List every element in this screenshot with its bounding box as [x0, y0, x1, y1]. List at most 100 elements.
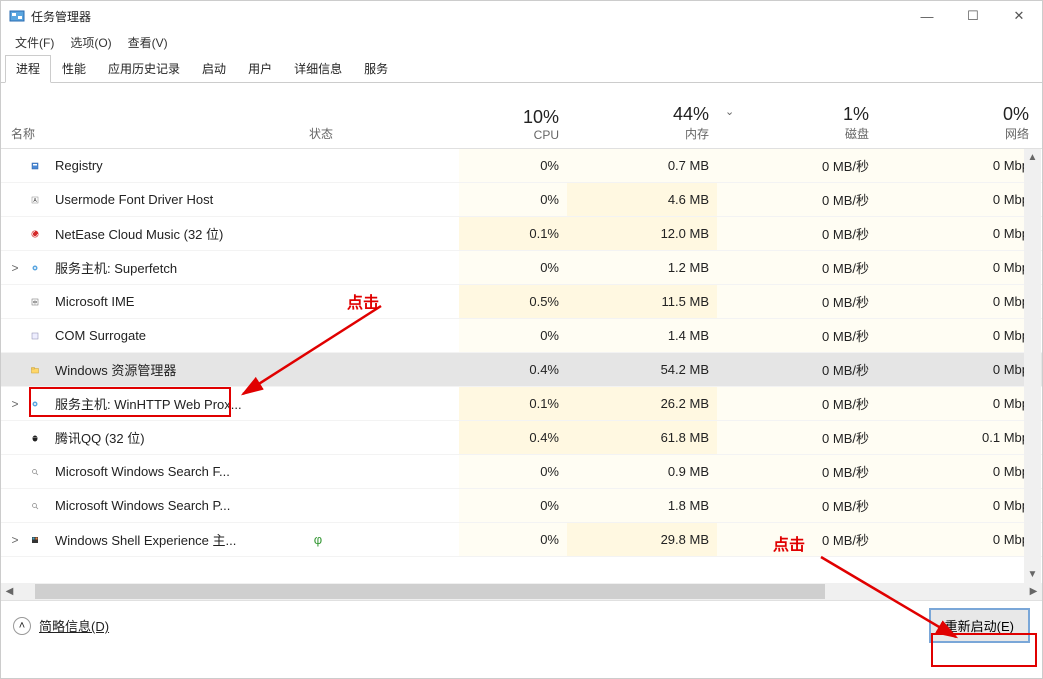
- tab-4[interactable]: 用户: [237, 55, 283, 82]
- tab-6[interactable]: 服务: [353, 55, 399, 82]
- header-status[interactable]: 状态: [301, 97, 459, 148]
- tab-5[interactable]: 详细信息: [283, 55, 353, 82]
- expand-toggle[interactable]: >: [1, 523, 23, 556]
- header-memory[interactable]: 44% 内存: [567, 97, 717, 148]
- minimize-button[interactable]: —: [904, 1, 950, 31]
- process-memory: 54.2 MB: [567, 353, 717, 386]
- expand-toggle: [1, 421, 23, 454]
- process-row[interactable]: 腾讯QQ (32 位)0.4%61.8 MB0 MB/秒0.1 Mbp: [1, 421, 1042, 455]
- title-bar: 任务管理器 — ☐ ✕: [1, 1, 1042, 31]
- process-name: 服务主机: WinHTTP Web Prox...: [47, 387, 301, 420]
- process-icon: [23, 319, 47, 352]
- process-icon: [23, 455, 47, 488]
- process-network: 0 Mbp: [877, 183, 1037, 216]
- maximize-button[interactable]: ☐: [950, 1, 996, 31]
- process-icon: [23, 523, 47, 556]
- menu-view[interactable]: 查看(V): [122, 32, 174, 53]
- process-status: [301, 251, 459, 284]
- process-name: Microsoft IME: [47, 285, 301, 318]
- process-name: 腾讯QQ (32 位): [47, 421, 301, 454]
- process-name: Registry: [47, 149, 301, 182]
- footer-bar: ˄ 简略信息(D) 重新启动(E): [1, 600, 1042, 650]
- process-row[interactable]: Windows 资源管理器0.4%54.2 MB0 MB/秒0 Mbp: [1, 353, 1042, 387]
- tab-0[interactable]: 进程: [5, 55, 51, 83]
- process-name: 服务主机: Superfetch: [47, 251, 301, 284]
- process-disk: 0 MB/秒: [717, 183, 877, 216]
- process-cpu: 0%: [459, 489, 567, 522]
- expand-toggle: [1, 149, 23, 182]
- header-network[interactable]: 0% 网络: [877, 97, 1037, 148]
- process-row[interactable]: Microsoft Windows Search P...0%1.8 MB0 M…: [1, 489, 1042, 523]
- process-memory: 26.2 MB: [567, 387, 717, 420]
- tab-1[interactable]: 性能: [51, 55, 97, 82]
- expand-toggle[interactable]: >: [1, 387, 23, 420]
- process-cpu: 0%: [459, 251, 567, 284]
- scrollbar-thumb[interactable]: [35, 584, 825, 599]
- process-row[interactable]: >Windows Shell Experience 主...φ0%29.8 MB…: [1, 523, 1042, 557]
- process-row[interactable]: NetEase Cloud Music (32 位)0.1%12.0 MB0 M…: [1, 217, 1042, 251]
- process-network: 0 Mbp: [877, 319, 1037, 352]
- process-row[interactable]: Registry 0%0.7 MB0 MB/秒0 Mbp: [1, 149, 1042, 183]
- tab-2[interactable]: 应用历史记录: [97, 55, 191, 82]
- header-disk[interactable]: ⌄ 1% 磁盘: [717, 97, 877, 148]
- restart-button[interactable]: 重新启动(E): [929, 608, 1030, 643]
- sort-chevron-icon: ⌄: [725, 105, 734, 118]
- scroll-up-icon[interactable]: ▲: [1024, 149, 1041, 166]
- process-network: 0 Mbp: [877, 285, 1037, 318]
- process-row[interactable]: >服务主机: Superfetch0%1.2 MB0 MB/秒0 Mbp: [1, 251, 1042, 285]
- process-row[interactable]: 中Microsoft IME0.5%11.5 MB0 MB/秒0 Mbp: [1, 285, 1042, 319]
- process-icon: [23, 217, 47, 250]
- fewer-details-link[interactable]: 简略信息(D): [39, 616, 109, 635]
- expand-toggle: [1, 319, 23, 352]
- scroll-down-icon[interactable]: ▼: [1024, 566, 1041, 583]
- process-name: NetEase Cloud Music (32 位): [47, 217, 301, 250]
- process-status: [301, 387, 459, 420]
- process-name: Usermode Font Driver Host: [47, 183, 301, 216]
- app-icon: [9, 8, 25, 24]
- process-name: Microsoft Windows Search F...: [47, 455, 301, 488]
- process-row[interactable]: AUsermode Font Driver Host0%4.6 MB0 MB/秒…: [1, 183, 1042, 217]
- process-network: 0 Mbp: [877, 149, 1037, 182]
- header-cpu[interactable]: 10% CPU: [459, 97, 567, 148]
- process-status: [301, 285, 459, 318]
- menu-options[interactable]: 选项(O): [64, 32, 117, 53]
- scroll-left-icon[interactable]: ◀: [1, 586, 18, 597]
- expand-toggle: [1, 353, 23, 386]
- process-row[interactable]: Microsoft Windows Search F...0%0.9 MB0 M…: [1, 455, 1042, 489]
- horizontal-scrollbar[interactable]: ◀ ▶: [1, 583, 1042, 600]
- process-memory: 1.4 MB: [567, 319, 717, 352]
- vertical-scrollbar[interactable]: ▲ ▼: [1024, 149, 1041, 583]
- tab-3[interactable]: 启动: [191, 55, 237, 82]
- process-name: Windows 资源管理器: [47, 353, 301, 386]
- collapse-icon[interactable]: ˄: [13, 617, 31, 635]
- process-disk: 0 MB/秒: [717, 251, 877, 284]
- process-status: [301, 149, 459, 182]
- process-status: [301, 217, 459, 250]
- process-network: 0 Mbp: [877, 523, 1037, 556]
- process-network: 0 Mbp: [877, 489, 1037, 522]
- process-status: [301, 353, 459, 386]
- process-cpu: 0%: [459, 319, 567, 352]
- process-row[interactable]: >服务主机: WinHTTP Web Prox...0.1%26.2 MB0 M…: [1, 387, 1042, 421]
- process-disk: 0 MB/秒: [717, 455, 877, 488]
- process-status: [301, 489, 459, 522]
- expand-toggle: [1, 285, 23, 318]
- expand-toggle: [1, 455, 23, 488]
- process-memory: 11.5 MB: [567, 285, 717, 318]
- process-disk: 0 MB/秒: [717, 285, 877, 318]
- process-row[interactable]: COM Surrogate0%1.4 MB0 MB/秒0 Mbp: [1, 319, 1042, 353]
- header-name[interactable]: 名称: [1, 97, 301, 148]
- process-cpu: 0.1%: [459, 217, 567, 250]
- expand-toggle[interactable]: >: [1, 251, 23, 284]
- scroll-right-icon[interactable]: ▶: [1025, 586, 1042, 597]
- process-disk: 0 MB/秒: [717, 353, 877, 386]
- process-memory: 0.7 MB: [567, 149, 717, 182]
- process-memory: 1.8 MB: [567, 489, 717, 522]
- process-disk: 0 MB/秒: [717, 149, 877, 182]
- process-icon: A: [23, 183, 47, 216]
- close-button[interactable]: ✕: [996, 1, 1042, 31]
- process-cpu: 0%: [459, 149, 567, 182]
- menu-file[interactable]: 文件(F): [9, 32, 60, 53]
- process-icon: [23, 251, 47, 284]
- process-status: [301, 421, 459, 454]
